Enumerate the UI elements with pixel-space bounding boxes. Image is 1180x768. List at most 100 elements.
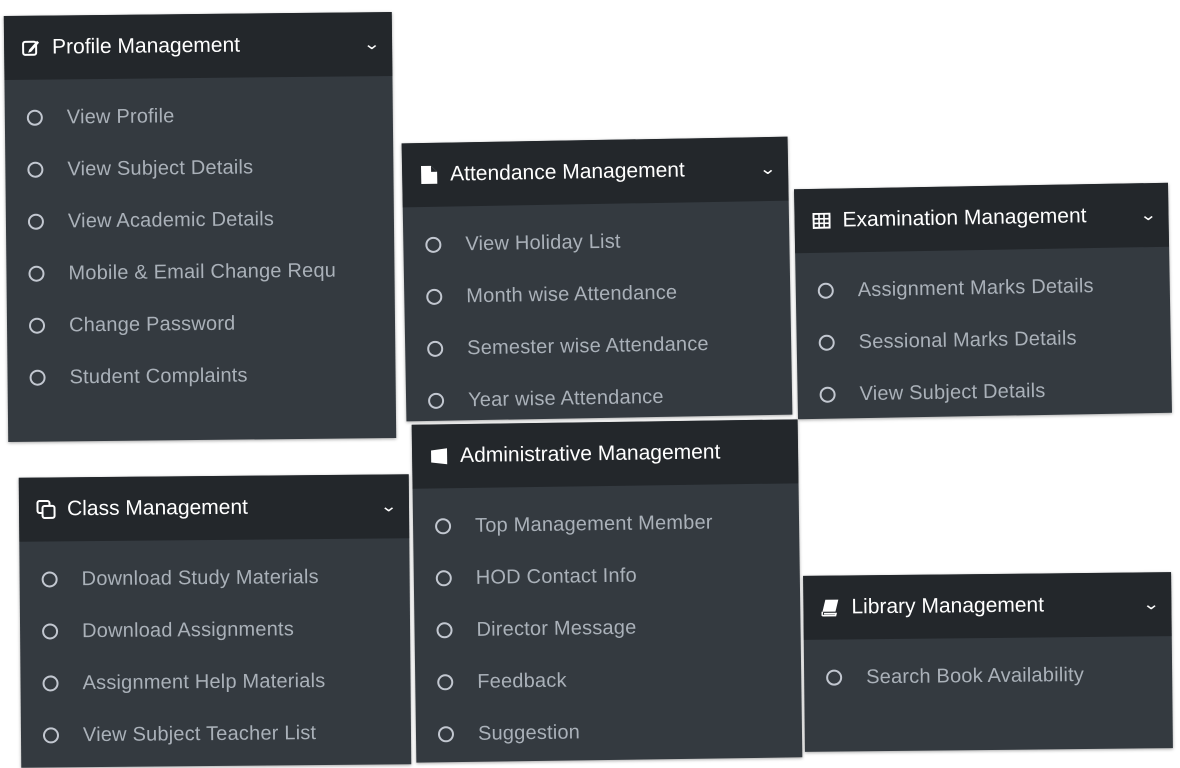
circle-icon (425, 236, 442, 253)
attendance-management-title: Attendance Management (449, 158, 685, 186)
class-management-menu: Download Study Materials Download Assign… (19, 538, 411, 761)
circle-icon (26, 109, 43, 126)
administrative-management-header[interactable]: Administrative Management (411, 419, 799, 489)
chevron-down-icon[interactable]: ⌄ (363, 34, 381, 54)
menu-item-label: Feedback (477, 669, 567, 693)
panel-examination-management: Examination Management ⌄ Assignment Mark… (794, 182, 1172, 420)
menu-item-director-message[interactable]: Director Message (414, 599, 801, 656)
menu-item-label: Assignment Help Materials (82, 669, 326, 694)
circle-icon (42, 623, 59, 640)
circle-icon (42, 727, 60, 744)
menu-item-top-management-member[interactable]: Top Management Member (413, 495, 800, 552)
circle-icon (436, 622, 453, 639)
circle-icon (42, 675, 59, 692)
menu-item-suggestion[interactable]: Suggestion (416, 703, 803, 760)
attendance-management-header[interactable]: Attendance Management ⌄ (401, 136, 789, 208)
menu-item-label: Suggestion (477, 720, 581, 745)
menu-item-label: Semester wise Attendance (466, 332, 709, 359)
menu-item-student-complaints[interactable]: Student Complaints (7, 348, 396, 404)
circle-icon (437, 674, 454, 691)
menu-item-month-wise-attendance[interactable]: Month wise Attendance (404, 265, 791, 324)
menu-item-label: View Holiday List (465, 230, 621, 255)
copy-icon (35, 498, 57, 520)
menu-item-search-book-availability[interactable]: Search Book Availability (804, 648, 1173, 704)
menu-item-view-subject-teacher-list[interactable]: View Subject Teacher List (21, 706, 411, 761)
circle-icon (28, 265, 45, 282)
menu-item-label: Change Password (68, 312, 236, 336)
library-management-header[interactable]: Library Management ⌄ (803, 572, 1172, 640)
menu-item-label: Director Message (476, 616, 637, 641)
menu-item-label: View Subject Teacher List (82, 721, 317, 746)
menu-item-semester-wise-attendance[interactable]: Semester wise Attendance (405, 317, 792, 376)
circle-icon (426, 288, 443, 305)
menu-item-download-assignments[interactable]: Download Assignments (20, 602, 410, 657)
circle-icon (818, 334, 835, 351)
chevron-down-icon[interactable]: ⌄ (759, 159, 777, 179)
circle-icon (27, 213, 45, 230)
menu-item-view-holiday-list[interactable]: View Holiday List (403, 213, 790, 272)
panel-profile-management: Profile Management ⌄ View Profile View S… (3, 11, 397, 443)
chevron-down-icon[interactable]: ⌄ (380, 496, 398, 516)
menu-item-label: Assignment Marks Details (857, 274, 1094, 301)
menu-item-label: Student Complaints (69, 364, 248, 388)
menu-item-feedback[interactable]: Feedback (415, 651, 802, 708)
examination-management-title: Examination Management (842, 204, 1087, 232)
menu-item-sessional-marks-details[interactable]: Sessional Marks Details (796, 311, 1171, 370)
circle-icon (28, 317, 46, 334)
menu-item-label: Sessional Marks Details (858, 326, 1077, 353)
menu-item-assignment-marks-details[interactable]: Assignment Marks Details (795, 259, 1170, 318)
table-icon (810, 210, 832, 232)
class-management-header[interactable]: Class Management ⌄ (18, 474, 410, 542)
menu-item-assignment-help-materials[interactable]: Assignment Help Materials (20, 654, 410, 709)
panel-attendance-management: Attendance Management ⌄ View Holiday Lis… (401, 136, 793, 422)
menu-item-label: View Academic Details (67, 207, 275, 232)
menu-item-label: Search Book Availability (866, 663, 1085, 688)
menu-item-label: View Subject Details (859, 379, 1046, 405)
panel-administrative-management: Administrative Management Top Management… (411, 419, 803, 763)
menu-item-change-password[interactable]: Change Password (7, 296, 396, 352)
profile-management-menu: View Profile View Subject Details View A… (4, 76, 395, 404)
class-management-title: Class Management (66, 495, 249, 521)
circle-icon (826, 669, 843, 686)
circle-icon (427, 392, 445, 409)
panel-library-management: Library Management ⌄ Search Book Availab… (803, 572, 1173, 752)
circle-icon (27, 161, 44, 178)
circle-icon (41, 571, 58, 588)
chevron-down-icon[interactable]: ⌄ (1142, 594, 1160, 614)
menu-item-download-study-materials[interactable]: Download Study Materials (19, 550, 409, 605)
administrative-management-title: Administrative Management (459, 440, 721, 468)
circle-icon (434, 518, 452, 535)
attendance-management-menu: View Holiday List Month wise Attendance … (403, 201, 793, 422)
edit-icon (20, 37, 42, 59)
menu-item-year-wise-attendance[interactable]: Year wise Attendance (406, 369, 793, 422)
menu-item-label: HOD Contact Info (475, 564, 637, 589)
book-icon (819, 597, 841, 619)
windows-icon (428, 445, 450, 467)
circle-icon (435, 570, 452, 587)
profile-management-title: Profile Management (51, 33, 241, 59)
examination-management-menu: Assignment Marks Details Sessional Marks… (795, 247, 1172, 420)
menu-item-hod-contact-info[interactable]: HOD Contact Info (413, 547, 800, 604)
menu-item-label: Download Assignments (81, 617, 295, 642)
file-icon (418, 164, 440, 186)
menu-item-view-subject-details[interactable]: View Subject Details (797, 363, 1172, 420)
menu-item-label: Month wise Attendance (466, 281, 678, 307)
menu-item-label: Download Study Materials (81, 565, 319, 590)
circle-icon (427, 340, 444, 357)
administrative-management-menu: Top Management Member HOD Contact Info D… (413, 483, 803, 760)
circle-icon (817, 282, 834, 299)
examination-management-header[interactable]: Examination Management ⌄ (794, 182, 1170, 254)
chevron-down-icon[interactable]: ⌄ (1139, 205, 1157, 225)
menu-item-label: Top Management Member (474, 511, 713, 537)
menu-item-view-subject-details[interactable]: View Subject Details (5, 140, 394, 196)
menu-item-mobile-email-change[interactable]: Mobile & Email Change Requ (6, 244, 395, 300)
circle-icon (437, 726, 455, 743)
circle-icon (29, 369, 46, 386)
menu-item-label: Mobile & Email Change Requ (68, 259, 337, 284)
menu-item-view-academic-details[interactable]: View Academic Details (6, 192, 395, 248)
menu-item-label: Year wise Attendance (467, 385, 664, 411)
profile-management-header[interactable]: Profile Management ⌄ (3, 11, 393, 81)
menu-item-label: View Profile (66, 104, 175, 128)
library-management-title: Library Management (851, 593, 1045, 619)
menu-item-view-profile[interactable]: View Profile (5, 88, 394, 144)
